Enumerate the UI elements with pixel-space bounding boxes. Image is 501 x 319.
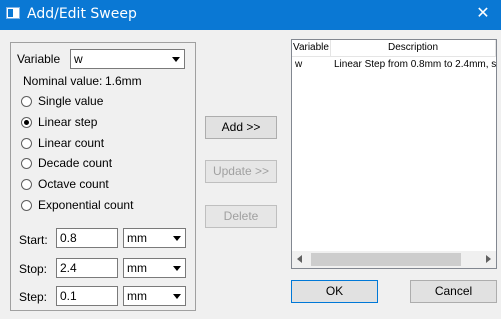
column-header-variable[interactable]: Variable <box>292 40 331 56</box>
window-icon <box>6 7 20 19</box>
radio-label: Decade count <box>38 156 113 170</box>
scroll-left-icon[interactable] <box>292 251 309 268</box>
column-header-description[interactable]: Description <box>331 40 496 56</box>
radio-label: Linear step <box>38 115 98 129</box>
start-unit-select[interactable]: mm <box>123 228 186 248</box>
stop-label: Stop: <box>19 262 48 276</box>
add-button[interactable]: Add >> <box>205 116 277 139</box>
window-title: Add/Edit Sweep <box>27 6 137 22</box>
chevron-down-icon[interactable] <box>169 287 185 305</box>
radio-button[interactable] <box>21 96 32 107</box>
step-unit-value: mm <box>127 289 147 303</box>
radio-button[interactable] <box>21 138 32 149</box>
radio-label: Linear count <box>38 136 105 150</box>
sweep-list[interactable]: Variable Description w Linear Step from … <box>291 39 497 269</box>
radio-button[interactable] <box>21 179 32 190</box>
radio-label: Exponential count <box>38 198 134 212</box>
scroll-right-icon[interactable] <box>479 251 496 268</box>
stop-unit-value: mm <box>127 261 147 275</box>
start-input-value: 0.8 <box>60 231 77 245</box>
list-row[interactable]: w Linear Step from 0.8mm to 2.4mm, step=… <box>292 57 496 73</box>
update-button[interactable]: Update >> <box>205 160 277 183</box>
variable-select-value: w <box>74 52 83 66</box>
step-input-value: 0.1 <box>60 289 77 303</box>
start-unit-value: mm <box>127 231 147 245</box>
chevron-down-icon[interactable] <box>168 50 184 68</box>
chevron-down-icon[interactable] <box>169 229 185 247</box>
stop-input[interactable]: 2.4 <box>56 258 118 278</box>
nominal-value: 1.6mm <box>105 74 142 88</box>
variable-select[interactable]: w <box>70 49 185 69</box>
scrollbar-thumb[interactable] <box>311 253 461 266</box>
start-label: Start: <box>19 233 48 247</box>
step-unit-select[interactable]: mm <box>123 286 186 306</box>
nominal-value-label: Nominal value: <box>23 74 103 88</box>
step-input[interactable]: 0.1 <box>56 286 118 306</box>
list-cell-variable: w <box>295 59 303 70</box>
list-cell-description: Linear Step from 0.8mm to 2.4mm, step=0.… <box>334 59 496 70</box>
radio-label: Octave count <box>38 177 109 191</box>
cancel-button[interactable]: Cancel <box>410 280 497 303</box>
ok-button[interactable]: OK <box>291 280 378 303</box>
step-label: Step: <box>19 290 48 304</box>
stop-input-value: 2.4 <box>60 261 77 275</box>
chevron-down-icon[interactable] <box>169 259 185 277</box>
radio-label: Single value <box>38 94 104 108</box>
variable-label: Variable <box>17 52 61 66</box>
radio-button-selected[interactable] <box>21 117 32 128</box>
start-input[interactable]: 0.8 <box>56 228 118 248</box>
horizontal-scrollbar[interactable] <box>292 251 496 268</box>
stop-unit-select[interactable]: mm <box>123 258 186 278</box>
delete-button[interactable]: Delete <box>205 205 277 228</box>
list-header: Variable Description <box>292 40 496 57</box>
radio-button[interactable] <box>21 200 32 211</box>
title-bar: Add/Edit Sweep ✕ <box>0 0 501 30</box>
radio-button[interactable] <box>21 158 32 169</box>
close-icon[interactable]: ✕ <box>471 2 495 26</box>
